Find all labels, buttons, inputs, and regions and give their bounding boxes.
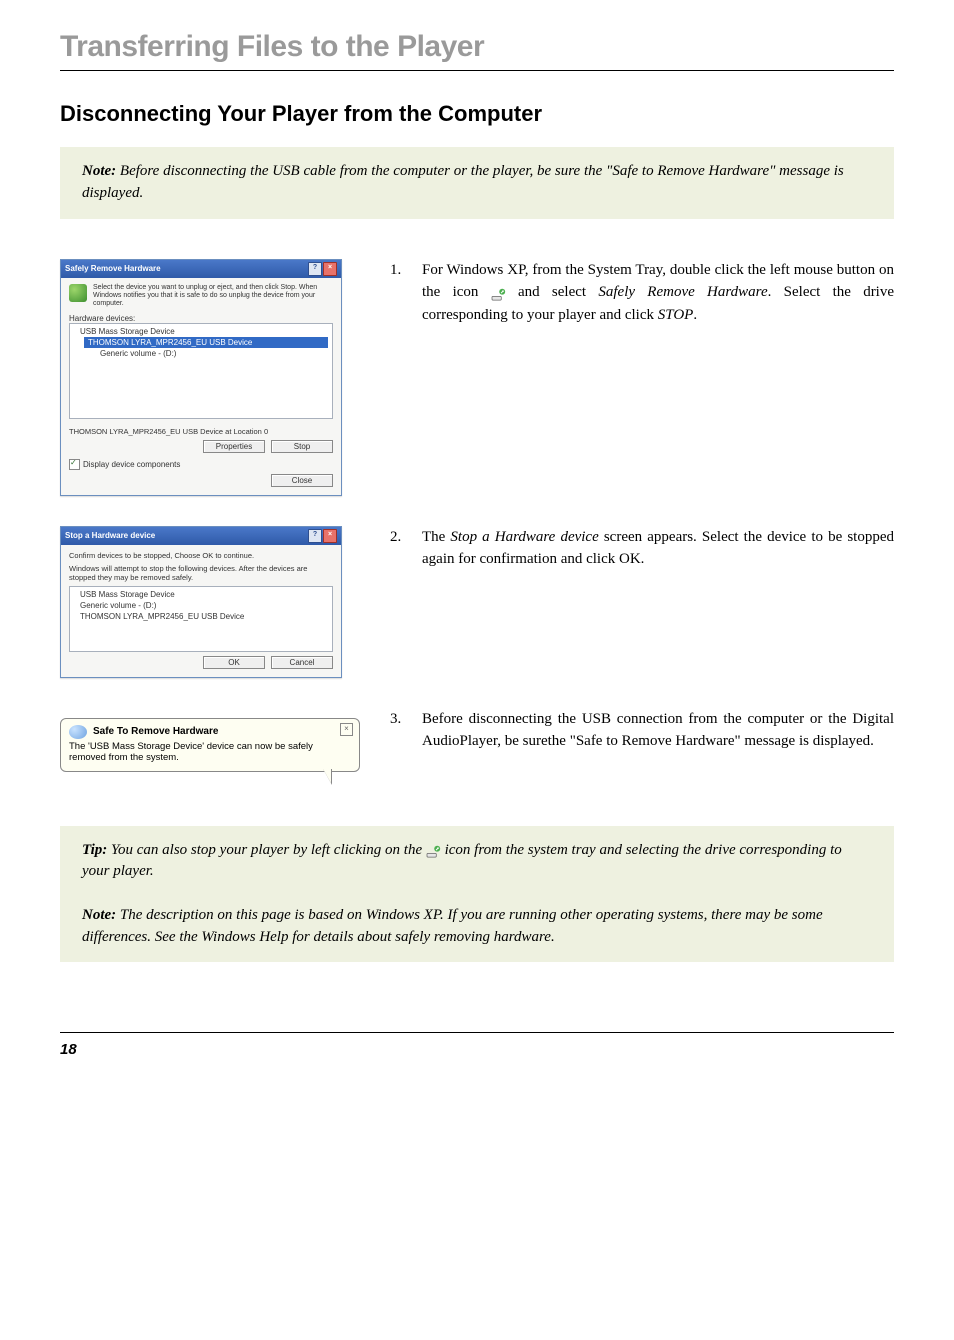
dialog1-status: THOMSON LYRA_MPR2456_EU USB Device at Lo… (69, 427, 333, 436)
note2-label: Note: (82, 907, 116, 923)
step-1-number: 1. (390, 259, 422, 327)
top-rule (60, 70, 894, 71)
cancel-button[interactable]: Cancel (271, 656, 333, 669)
step-3-text: Before disconnecting the USB connection … (422, 708, 894, 753)
close-icon[interactable]: × (323, 529, 337, 543)
step-3-row: × Safe To Remove Hardware The 'USB Mass … (60, 708, 894, 772)
chapter-title: Transferring Files to the Player (60, 30, 894, 64)
info-icon (69, 725, 87, 739)
list-item[interactable]: THOMSON LYRA_MPR2456_EU USB Device (74, 611, 328, 622)
step-2-number: 2. (390, 526, 422, 571)
tip-label: Tip: (82, 842, 107, 858)
close-icon[interactable]: × (323, 262, 337, 276)
balloon-close-icon[interactable]: × (340, 723, 353, 736)
help-icon[interactable]: ? (308, 262, 322, 276)
tray-eject-icon (426, 844, 441, 857)
note2-body: The description on this page is based on… (82, 907, 823, 945)
page-number: 18 (60, 1041, 894, 1058)
note-label: Note: (82, 163, 116, 179)
list-item[interactable]: USB Mass Storage Device (74, 326, 328, 337)
help-icon[interactable]: ? (308, 529, 322, 543)
tray-eject-icon (491, 286, 506, 299)
close-button[interactable]: Close (271, 474, 333, 487)
step-1-row: Safely Remove Hardware ? × Select the de… (60, 259, 894, 496)
list-item[interactable]: USB Mass Storage Device (74, 589, 328, 600)
list-item[interactable]: Generic volume - (D:) (74, 600, 328, 611)
stop-button[interactable]: Stop (271, 440, 333, 453)
display-components-label: Display device components (83, 460, 180, 469)
tip-box: Tip: You can also stop your player by le… (60, 826, 894, 963)
hardware-devices-list[interactable]: USB Mass Storage Device THOMSON LYRA_MPR… (69, 323, 333, 419)
dialog1-list-label: Hardware devices: (69, 314, 333, 323)
list-item[interactable]: Generic volume - (D:) (94, 348, 328, 359)
ok-button[interactable]: OK (203, 656, 265, 669)
step-2-text: The Stop a Hardware device screen appear… (422, 526, 894, 571)
bottom-rule (60, 1032, 894, 1033)
section-title: Disconnecting Your Player from the Compu… (60, 101, 894, 127)
balloon-body: The 'USB Mass Storage Device' device can… (69, 741, 351, 763)
usb-eject-icon (69, 284, 87, 302)
dialog2-line1: Confirm devices to be stopped, Choose OK… (69, 551, 333, 560)
stop-hardware-dialog: Stop a Hardware device ? × Confirm devic… (60, 526, 342, 678)
dialog1-intro: Select the device you want to unplug or … (93, 284, 333, 308)
safely-remove-dialog: Safely Remove Hardware ? × Select the de… (60, 259, 342, 496)
list-item-selected[interactable]: THOMSON LYRA_MPR2456_EU USB Device (84, 337, 328, 348)
tip-pre: You can also stop your player by left cl… (107, 842, 426, 858)
safe-remove-balloon: × Safe To Remove Hardware The 'USB Mass … (60, 718, 360, 772)
balloon-title: Safe To Remove Hardware (93, 726, 218, 737)
stop-devices-list[interactable]: USB Mass Storage Device Generic volume -… (69, 586, 333, 652)
step-1-text: For Windows XP, from the System Tray, do… (422, 259, 894, 327)
display-components-checkbox[interactable] (69, 459, 80, 470)
dialog1-title: Safely Remove Hardware (65, 264, 161, 273)
note-box-1: Note: Before disconnecting the USB cable… (60, 147, 894, 219)
dialog2-title: Stop a Hardware device (65, 531, 155, 540)
properties-button[interactable]: Properties (203, 440, 265, 453)
note-body: Before disconnecting the USB cable from … (82, 163, 844, 201)
dialog2-line2: Windows will attempt to stop the followi… (69, 564, 333, 582)
step-3-number: 3. (390, 708, 422, 753)
step-2-row: Stop a Hardware device ? × Confirm devic… (60, 526, 894, 678)
